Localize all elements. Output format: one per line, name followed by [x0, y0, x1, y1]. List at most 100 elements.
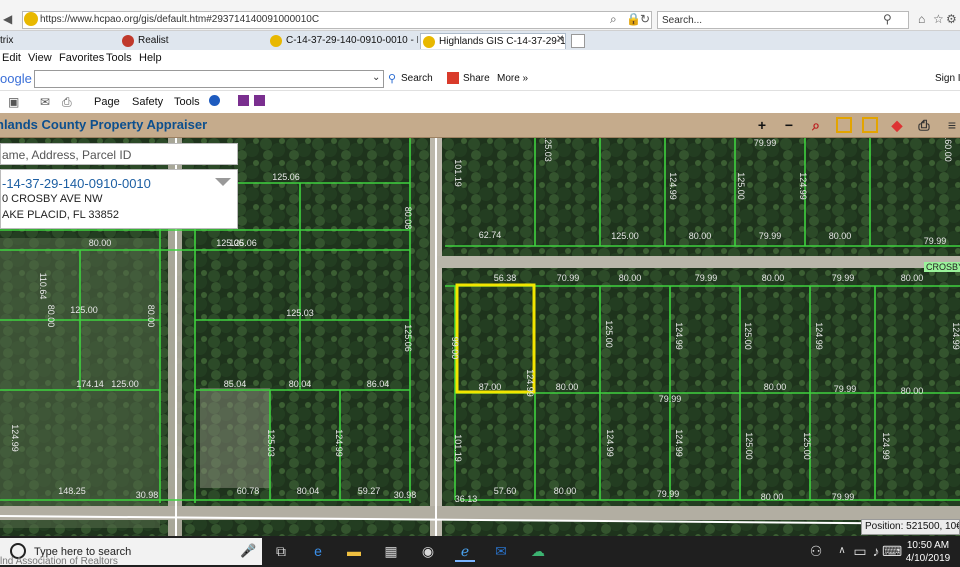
parcel-dimension-label: 79.99	[924, 236, 947, 246]
parcel-dimension-label: 36.13	[455, 494, 478, 504]
cloud-app-icon[interactable]: ☁	[528, 542, 548, 560]
parcel-dimension-label: 124.99	[674, 429, 684, 457]
share-button[interactable]: Share	[463, 73, 490, 84]
tab-label: Realist	[138, 35, 169, 46]
zoom-in-icon[interactable]: +	[754, 117, 770, 133]
parcel-dimension-label: 60.78	[237, 486, 260, 496]
menu-edit[interactable]: Edit	[2, 52, 21, 64]
clock[interactable]: 10:50 AM 4/10/2019	[896, 539, 960, 565]
parcel-dimension-label: 80.00	[901, 386, 924, 396]
menu-favorites[interactable]: Favorites	[59, 52, 104, 64]
print-icon[interactable]: ⎙	[62, 95, 72, 110]
refresh-icon[interactable]: ↻	[640, 12, 650, 26]
parcel-dimension-label: 124.99	[10, 424, 20, 452]
feeds-icon[interactable]: ▣	[8, 95, 19, 109]
parcel-dimension-label: 125.00	[736, 172, 746, 200]
parcel-dimension-label: 125.06	[272, 172, 300, 182]
favorites-star-icon[interactable]: ☆	[933, 12, 944, 26]
google-search-button[interactable]: Search	[401, 73, 433, 84]
help-icon[interactable]	[209, 95, 220, 106]
app-icon[interactable]: ◉	[418, 542, 438, 560]
parcel-dimension-label: 85.04	[224, 379, 247, 389]
parcel-dimension-label: 101.19	[453, 159, 463, 187]
task-view-icon[interactable]: ⧉	[271, 542, 291, 560]
zoom-out-icon[interactable]: −	[781, 117, 797, 133]
safety-menu[interactable]: Safety	[132, 96, 163, 108]
parcel-dimension-label: 56.38	[494, 273, 517, 283]
people-icon[interactable]: ⚇	[806, 542, 826, 560]
parcel-dimension-label: 125.03	[543, 138, 553, 162]
parcel-dimension-label: 70.99	[557, 273, 580, 283]
parcel-dimension-label: 80.04	[289, 379, 312, 389]
parcel-dimension-label: 80.08	[403, 207, 413, 230]
tab-realist[interactable]: Realist	[120, 33, 265, 49]
parcel-dimension-label: 79.99	[695, 273, 718, 283]
tab-trix[interactable]: trix	[0, 33, 110, 49]
select-area-icon[interactable]	[862, 117, 878, 133]
new-tab-icon[interactable]	[571, 34, 585, 48]
position-readout: Position: 521500, 10€	[861, 519, 960, 535]
settings-gear-icon[interactable]: ⚙	[946, 12, 957, 26]
tools-menu[interactable]: Tools	[174, 96, 200, 108]
parcel-dimension-label: 80.00	[761, 492, 784, 502]
store-icon[interactable]: ▦	[381, 542, 401, 560]
chevron-down-icon[interactable]: ⌄	[372, 72, 380, 83]
parcel-dimension-label: 80.00	[901, 273, 924, 283]
parcel-dimension-label: 79.99	[754, 138, 777, 148]
translate-icon[interactable]	[254, 95, 265, 106]
search-dropdown-icon[interactable]: ⌕	[610, 12, 617, 26]
parcel-dimension-label: 79.99	[657, 489, 680, 499]
file-explorer-icon[interactable]: ▬	[344, 542, 364, 560]
parcel-dimension-label: 86.04	[367, 379, 390, 389]
edge-icon[interactable]: e	[308, 542, 328, 560]
parcel-dimension-label: 79.99	[834, 384, 857, 394]
home-icon[interactable]: ⌂	[918, 12, 925, 26]
gis-title: hlands County Property Appraiser	[0, 117, 208, 132]
parcel-dimension-label: 30.98	[136, 490, 159, 500]
sign-in-link[interactable]: Sign In	[935, 73, 960, 84]
parcel-dimension-label: 57.60	[494, 486, 517, 496]
parcel-dimension-label: 79.99	[759, 231, 782, 241]
parcel-dimension-label: 125.03	[286, 308, 314, 318]
parcel-dimension-label: 125.00	[802, 432, 812, 460]
parcel-dimension-label: 125.00	[604, 320, 614, 348]
marker-icon[interactable]: ◆	[889, 117, 905, 133]
map-print-icon[interactable]: ⎙	[916, 117, 932, 133]
menu-help[interactable]: Help	[139, 52, 162, 64]
share-icon	[447, 72, 459, 84]
parcel-address-line1: 0 CROSBY AVE NW	[2, 193, 103, 205]
parcel-id[interactable]: -14-37-29-140-0910-0010	[2, 176, 151, 191]
clock-time: 10:50 AM	[906, 540, 950, 551]
back-icon[interactable]: ◀	[3, 12, 12, 26]
collapse-caret-icon[interactable]	[215, 178, 231, 186]
magnifier-icon[interactable]: ⚲	[883, 12, 892, 26]
parcel-dimension-label: 79.99	[832, 492, 855, 502]
google-logo: oogle	[0, 71, 32, 86]
tab-parcel[interactable]: C-14-37-29-140-0910-0010 - Hi...	[268, 33, 418, 49]
mail-icon[interactable]: ✉	[40, 95, 50, 109]
clock-date: 4/10/2019	[905, 553, 951, 564]
ie-icon	[270, 35, 282, 47]
parcel-dimension-label: 125.00	[743, 322, 753, 350]
parcel-dimension-label: 80.04	[297, 486, 320, 496]
menu-view[interactable]: View	[28, 52, 52, 64]
measure-icon[interactable]	[836, 117, 852, 133]
more-button[interactable]: More »	[497, 73, 528, 84]
map-menu-icon[interactable]: ≡	[944, 117, 960, 133]
page-menu[interactable]: Page	[94, 96, 120, 108]
close-tab-icon[interactable]: ✕	[556, 34, 564, 45]
research-icon[interactable]	[238, 95, 249, 106]
parcel-dimension-label: 80.00	[619, 273, 642, 283]
parcel-dimension-label: 80.00	[689, 231, 712, 241]
tab-highlands-gis[interactable]: Highlands GIS C-14-37-29-1...	[420, 33, 566, 49]
microphone-icon[interactable]: 🎤	[240, 543, 256, 559]
internet-explorer-icon[interactable]: ℯ	[455, 542, 475, 562]
menu-tools[interactable]: Tools	[106, 52, 132, 64]
parcel-dimension-label: 124.99	[668, 172, 678, 200]
google-search-input[interactable]	[34, 70, 384, 88]
outlook-icon[interactable]: ✉	[491, 542, 511, 560]
parcel-dimension-label: 124.99	[674, 322, 684, 350]
parcel-dimension-label: 80.00	[762, 273, 785, 283]
zoom-box-icon[interactable]: ⌕	[808, 117, 824, 133]
tray-chevron-icon[interactable]: ∧	[832, 542, 852, 560]
